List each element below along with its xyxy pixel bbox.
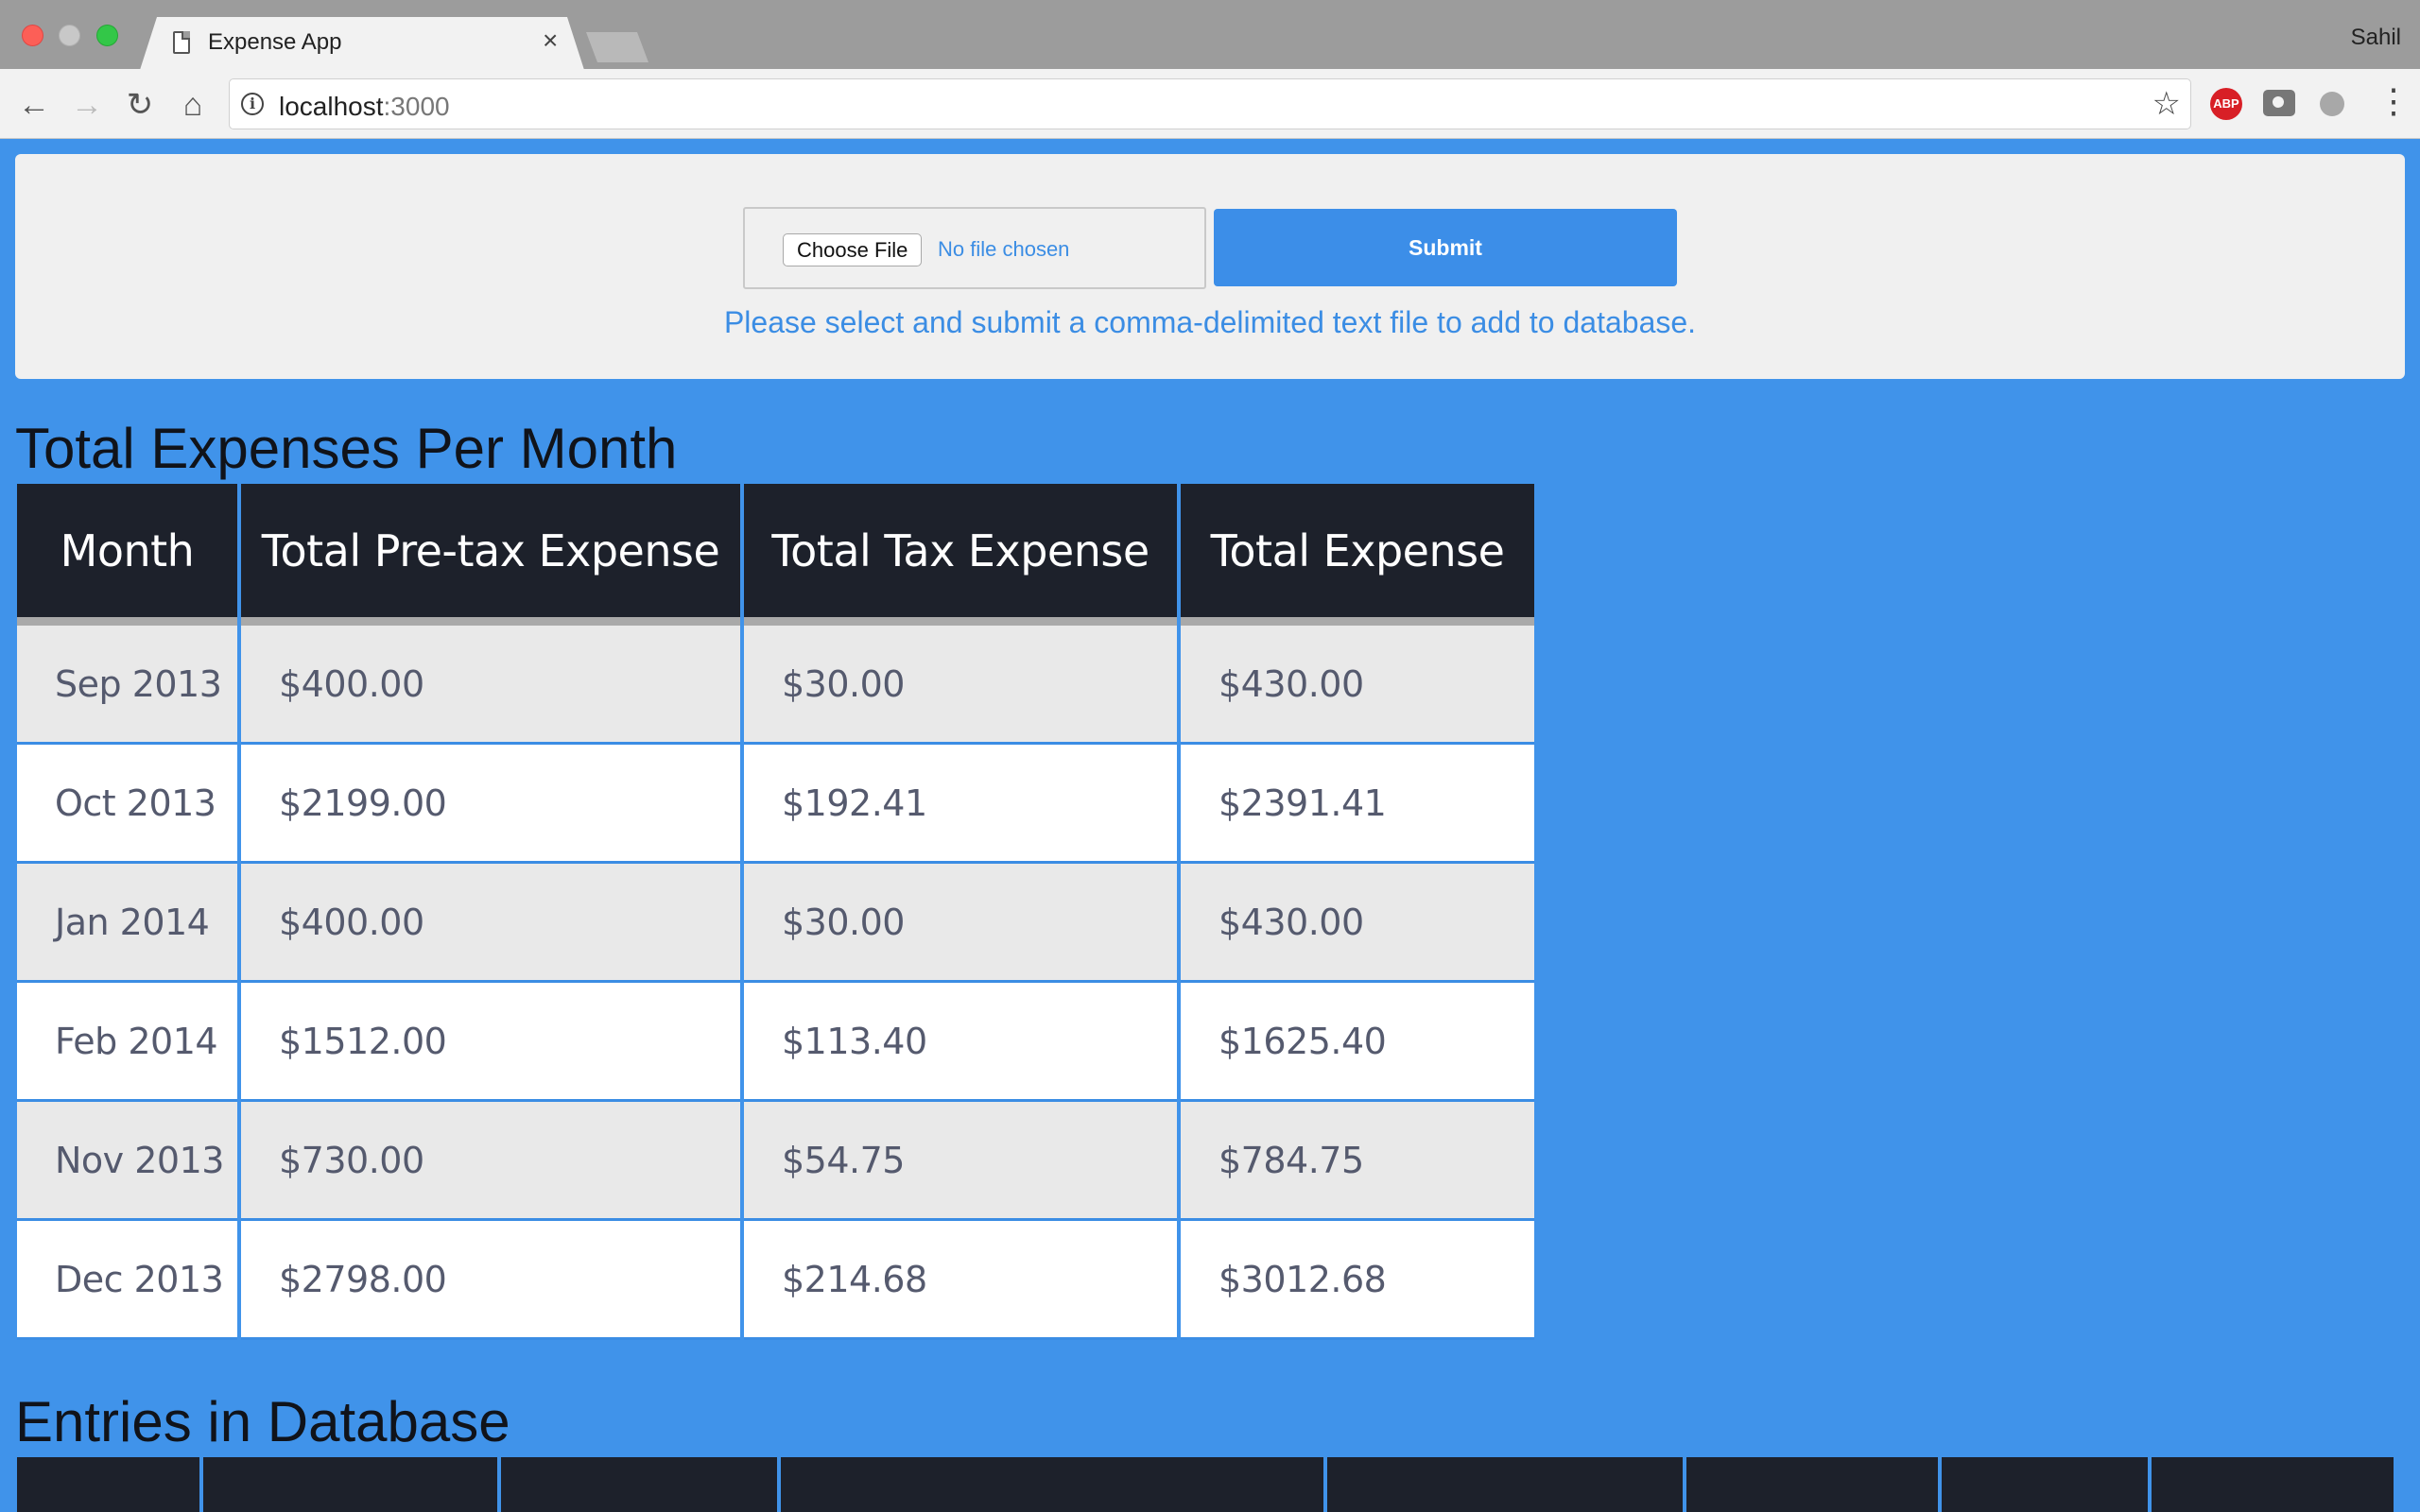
total-cell: $784.75: [1181, 1102, 1534, 1221]
monthly-expense-table: Month Total Pre-tax Expense Total Tax Ex…: [13, 484, 1538, 1340]
column-header-pretax[interactable]: Total Pre-tax Expense: [241, 484, 740, 626]
month-cell: Oct 2013: [17, 745, 237, 864]
total-cell: $1625.40: [1181, 983, 1534, 1102]
browser-tab-bar: Expense App × Sahil: [0, 0, 2420, 70]
entries-column-header[interactable]: [203, 1457, 497, 1512]
table-row: Dec 2013 $2798.00 $214.68 $3012.68: [17, 1221, 1534, 1340]
browser-toolbar: ← → ↻ ⌂ i localhost:3000 ☆ ABP ⋮: [0, 69, 2420, 139]
month-cell: Feb 2014: [17, 983, 237, 1102]
entries-title: Entries in Database: [15, 1390, 510, 1453]
upload-panel: Choose File No file chosen Submit Please…: [15, 154, 2405, 379]
pretax-cell: $400.00: [241, 864, 740, 983]
entries-table-header: [17, 1457, 2394, 1512]
tax-cell: $214.68: [744, 1221, 1177, 1340]
tax-cell: $113.40: [744, 983, 1177, 1102]
entries-column-header[interactable]: [501, 1457, 777, 1512]
pretax-cell: $400.00: [241, 626, 740, 745]
maximize-window-button[interactable]: [96, 25, 118, 46]
total-cell: $430.00: [1181, 626, 1534, 745]
tab-title: Expense App: [208, 29, 342, 55]
summary-title: Total Expenses Per Month: [15, 417, 678, 480]
file-status-text: No file chosen: [938, 237, 1070, 261]
tax-cell: $30.00: [744, 626, 1177, 745]
entries-column-header[interactable]: [2152, 1457, 2394, 1512]
month-cell: Nov 2013: [17, 1102, 237, 1221]
table-row: Sep 2013 $400.00 $30.00 $430.00: [17, 626, 1534, 745]
column-header-total[interactable]: Total Expense: [1181, 484, 1534, 626]
table-row: Jan 2014 $400.00 $30.00 $430.00: [17, 864, 1534, 983]
profile-name[interactable]: Sahil: [2351, 25, 2401, 51]
table-row: Nov 2013 $730.00 $54.75 $784.75: [17, 1102, 1534, 1221]
reload-icon[interactable]: ↻: [121, 86, 159, 124]
tax-cell: $30.00: [744, 864, 1177, 983]
table-row: Feb 2014 $1512.00 $113.40 $1625.40: [17, 983, 1534, 1102]
entries-column-header[interactable]: [1942, 1457, 2148, 1512]
url-port: :3000: [383, 92, 450, 121]
column-header-tax[interactable]: Total Tax Expense: [744, 484, 1177, 626]
total-cell: $3012.68: [1181, 1221, 1534, 1340]
table-header-row: Month Total Pre-tax Expense Total Tax Ex…: [17, 484, 1534, 626]
entries-column-header[interactable]: [1686, 1457, 1938, 1512]
pretax-cell: $730.00: [241, 1102, 740, 1221]
extension-icon[interactable]: [2320, 92, 2344, 116]
address-bar[interactable]: i localhost:3000 ☆: [229, 78, 2191, 129]
browser-menu-icon[interactable]: ⋮: [2377, 84, 2411, 118]
camera-extension-icon[interactable]: [2263, 90, 2295, 116]
table-row: Oct 2013 $2199.00 $192.41 $2391.41: [17, 745, 1534, 864]
home-icon[interactable]: ⌂: [174, 86, 212, 124]
entries-column-header[interactable]: [781, 1457, 1323, 1512]
info-icon[interactable]: i: [241, 93, 264, 115]
entries-column-header[interactable]: [1327, 1457, 1683, 1512]
url-text[interactable]: localhost:3000: [279, 92, 450, 122]
total-cell: $2391.41: [1181, 745, 1534, 864]
choose-file-button[interactable]: Choose File: [783, 233, 923, 266]
upload-hint: Please select and submit a comma-delimit…: [723, 305, 1697, 339]
page-icon: [173, 31, 190, 54]
browser-tab[interactable]: [140, 17, 584, 70]
new-tab-button[interactable]: [586, 32, 648, 62]
total-cell: $430.00: [1181, 864, 1534, 983]
tax-cell: $192.41: [744, 745, 1177, 864]
back-arrow-icon[interactable]: ←: [15, 86, 53, 124]
adblock-extension-icon[interactable]: ABP: [2210, 88, 2242, 120]
pretax-cell: $2798.00: [241, 1221, 740, 1340]
close-window-button[interactable]: [22, 25, 43, 46]
month-cell: Sep 2013: [17, 626, 237, 745]
file-input[interactable]: Choose File No file chosen: [743, 207, 1206, 289]
pretax-cell: $1512.00: [241, 983, 740, 1102]
pretax-cell: $2199.00: [241, 745, 740, 864]
column-header-month[interactable]: Month: [17, 484, 237, 626]
month-cell: Dec 2013: [17, 1221, 237, 1340]
minimize-window-button[interactable]: [59, 25, 80, 46]
entries-column-header[interactable]: [17, 1457, 199, 1512]
submit-button[interactable]: Submit: [1214, 209, 1677, 286]
close-tab-icon[interactable]: ×: [543, 27, 558, 54]
bookmark-star-icon[interactable]: ☆: [2152, 85, 2181, 123]
month-cell: Jan 2014: [17, 864, 237, 983]
forward-arrow-icon[interactable]: →: [68, 86, 106, 124]
url-host: localhost: [279, 92, 384, 121]
tax-cell: $54.75: [744, 1102, 1177, 1221]
